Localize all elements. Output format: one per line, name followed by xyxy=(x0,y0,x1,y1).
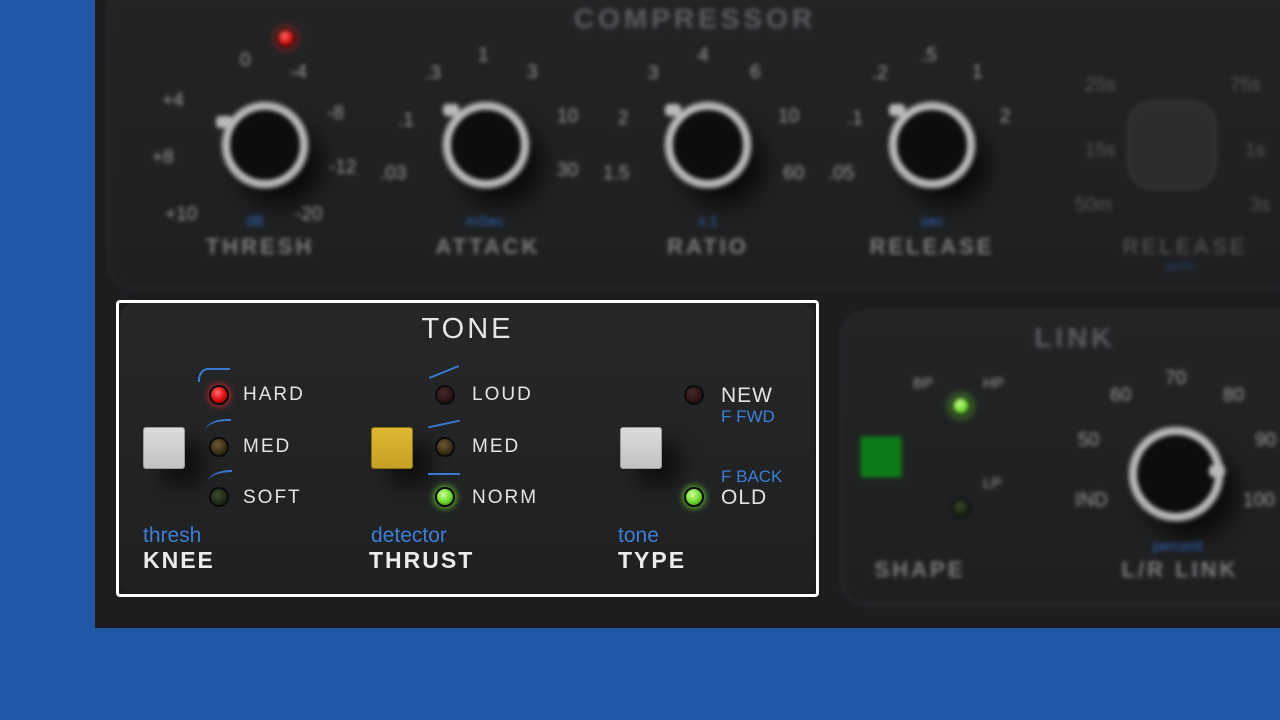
shape-option-bp: BP xyxy=(913,375,934,392)
lr-link-tick: IND xyxy=(1075,490,1108,511)
thresh-tick: +8 xyxy=(152,147,174,168)
attack-tick: .03 xyxy=(380,163,407,184)
ratio-unit: x:1 xyxy=(697,213,718,230)
auto-release-tick: 75s xyxy=(1230,75,1261,96)
release-unit: sec xyxy=(920,213,944,230)
thresh-label: THRESH xyxy=(205,234,315,259)
release-tick: .1 xyxy=(847,108,863,129)
thresh-tick: +4 xyxy=(162,90,184,111)
ratio-tick: 60 xyxy=(783,163,805,184)
shape-button[interactable] xyxy=(860,436,902,478)
lr-link-tick: 60 xyxy=(1110,385,1132,406)
thresh-tick: -20 xyxy=(295,204,323,225)
tone-highlight-frame xyxy=(116,300,819,597)
link-title: LINK xyxy=(1034,322,1116,353)
shape-option-hp: HP xyxy=(983,375,1004,392)
shape-lp-led xyxy=(951,498,971,518)
lr-link-tick: 90 xyxy=(1255,430,1277,451)
auto-release-tick: 15s xyxy=(1085,140,1116,161)
auto-release-tick: 1s xyxy=(1245,140,1266,161)
ratio-label: RATIO xyxy=(667,234,749,259)
release-knob[interactable] xyxy=(889,103,974,187)
attack-unit: mSec xyxy=(465,213,505,230)
thresh-tick: +10 xyxy=(165,204,198,225)
release-tick: .05 xyxy=(828,163,855,184)
lr-link-label: L/R LINK xyxy=(1121,557,1239,582)
release-tick: 2 xyxy=(1000,106,1011,127)
lr-link-tick: 50 xyxy=(1078,430,1100,451)
release-tick: 1 xyxy=(972,62,983,83)
attack-tick: .3 xyxy=(425,63,441,84)
lr-link-tick: 80 xyxy=(1223,385,1245,406)
thresh-knob[interactable] xyxy=(216,103,307,187)
ratio-knob[interactable] xyxy=(665,103,750,187)
ratio-tick: 4 xyxy=(698,45,709,66)
thresh-unit: dB xyxy=(245,213,265,230)
thresh-tick: -8 xyxy=(327,103,344,124)
thresh-tick: -12 xyxy=(329,157,357,178)
ratio-tick: 6 xyxy=(750,62,761,83)
lr-link-tick: 100 xyxy=(1243,490,1275,511)
thresh-tick: 0 xyxy=(240,50,251,71)
gain-reduction-led xyxy=(276,28,296,48)
attack-tick: 10 xyxy=(557,106,579,127)
auto-release-tick: 3s xyxy=(1250,195,1271,216)
lr-link-tick: 70 xyxy=(1165,368,1187,389)
release-tick: .5 xyxy=(921,45,937,66)
auto-release-tick: 25s xyxy=(1085,75,1116,96)
attack-tick: 1 xyxy=(478,45,489,66)
attack-tick: 30 xyxy=(557,160,579,181)
thresh-tick: -4 xyxy=(290,62,307,83)
release-tick: .2 xyxy=(872,63,888,84)
compressor-title: COMPRESSOR xyxy=(573,3,817,34)
attack-label: ATTACK xyxy=(435,234,541,259)
release-label: RELEASE xyxy=(869,234,995,259)
shape-label: SHAPE xyxy=(874,557,966,582)
lr-link-unit: percent xyxy=(1152,538,1203,555)
auto-release-unit: auto xyxy=(1165,257,1195,274)
attack-tick: 3 xyxy=(527,62,538,83)
lr-link-knob[interactable] xyxy=(1130,428,1225,520)
ratio-tick: 1.5 xyxy=(603,163,630,184)
attack-tick: .1 xyxy=(398,110,414,131)
shape-hp-led xyxy=(951,396,971,416)
shape-option-lp: LP xyxy=(983,475,1002,492)
attack-knob[interactable] xyxy=(443,103,528,187)
ratio-tick: 3 xyxy=(648,63,659,84)
auto-release-tick: 50m xyxy=(1075,195,1112,216)
auto-release-knob[interactable] xyxy=(1130,103,1214,187)
ratio-tick: 2 xyxy=(618,108,629,129)
ratio-tick: 10 xyxy=(778,106,800,127)
